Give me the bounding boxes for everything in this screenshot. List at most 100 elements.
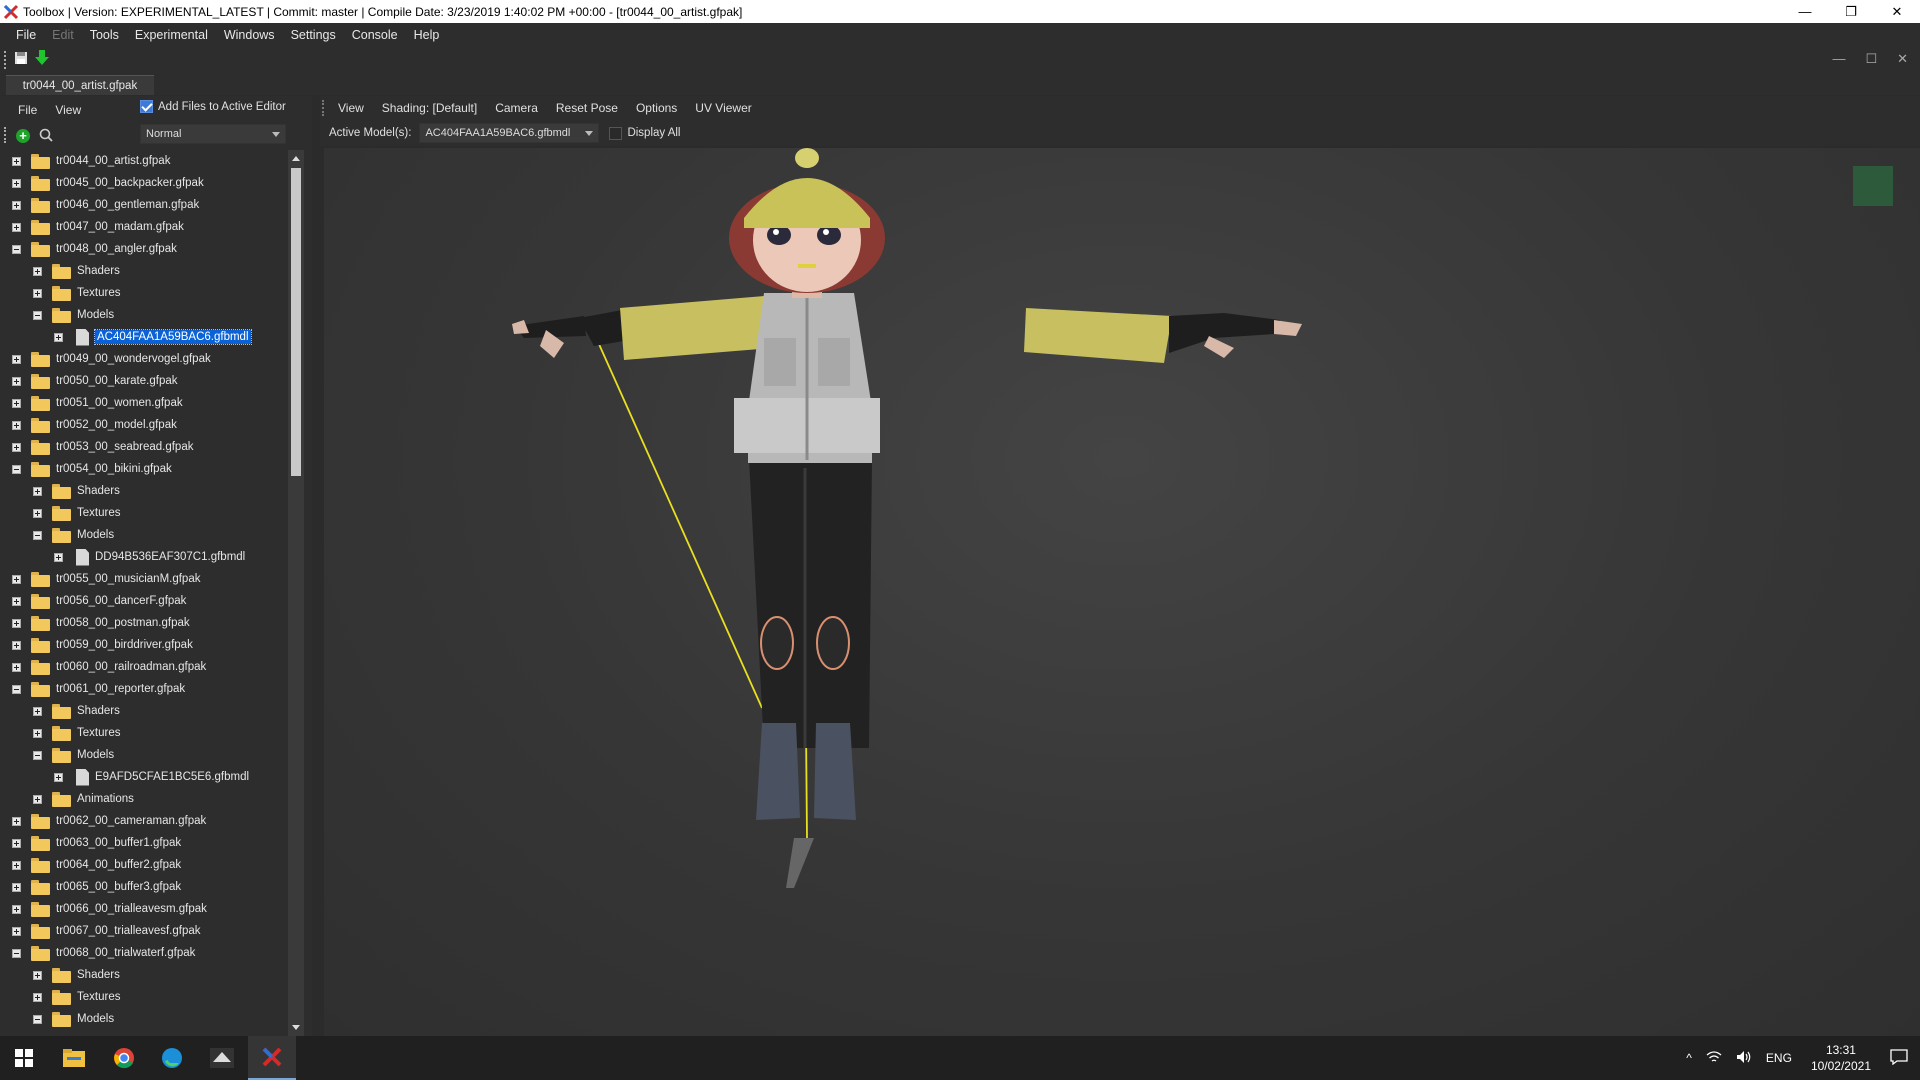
inner-minimize-button[interactable]: — bbox=[1832, 51, 1845, 67]
expand-icon[interactable] bbox=[54, 772, 63, 782]
expand-icon[interactable] bbox=[33, 508, 42, 518]
collapse-icon[interactable] bbox=[33, 1014, 42, 1024]
menu-help[interactable]: Help bbox=[406, 28, 448, 42]
view-mode-select[interactable]: Normal bbox=[140, 124, 286, 144]
tree-folder-node[interactable]: Textures bbox=[33, 282, 120, 304]
tree-folder-node[interactable]: tr0067_00_trialleavesf.gfpak bbox=[12, 920, 201, 942]
collapse-icon[interactable] bbox=[33, 750, 42, 760]
expand-icon[interactable] bbox=[12, 662, 21, 672]
editor-menu-view[interactable]: View bbox=[329, 101, 373, 115]
download-arrow-icon[interactable] bbox=[35, 50, 49, 66]
game-app-icon[interactable] bbox=[198, 1036, 246, 1080]
expand-icon[interactable] bbox=[33, 266, 42, 276]
tree-folder-node[interactable]: tr0063_00_buffer1.gfpak bbox=[12, 832, 181, 854]
collapse-icon[interactable] bbox=[12, 684, 21, 694]
tree-folder-node[interactable]: Shaders bbox=[33, 480, 120, 502]
panel-toolbar-grip[interactable] bbox=[4, 127, 7, 143]
add-files-toggle[interactable]: Add Files to Active Editor bbox=[140, 100, 286, 113]
volume-icon[interactable] bbox=[1736, 1050, 1752, 1067]
save-icon[interactable] bbox=[14, 51, 28, 65]
expand-icon[interactable] bbox=[33, 794, 42, 804]
inner-close-button[interactable]: ✕ bbox=[1897, 51, 1908, 67]
tree-folder-node[interactable]: tr0050_00_karate.gfpak bbox=[12, 370, 177, 392]
display-all-toggle[interactable]: Display All bbox=[609, 126, 681, 140]
tree-folder-node[interactable]: Models bbox=[33, 524, 114, 546]
expand-icon[interactable] bbox=[12, 926, 21, 936]
expand-icon[interactable] bbox=[12, 904, 21, 914]
tree-folder-node[interactable]: tr0047_00_madam.gfpak bbox=[12, 216, 184, 238]
expand-icon[interactable] bbox=[12, 354, 21, 364]
tree-folder-node[interactable]: tr0060_00_railroadman.gfpak bbox=[12, 656, 206, 678]
editor-menu-shading[interactable]: Shading: [Default] bbox=[373, 101, 486, 115]
windows-start-icon[interactable] bbox=[0, 1036, 48, 1080]
tree-folder-node[interactable]: Models bbox=[33, 1008, 114, 1030]
tree-folder-node[interactable]: Models bbox=[33, 744, 114, 766]
tree-folder-node[interactable]: tr0055_00_musicianM.gfpak bbox=[12, 568, 200, 590]
tree-file-node[interactable]: DD94B536EAF307C1.gfbmdl bbox=[54, 546, 245, 568]
minimize-button[interactable]: — bbox=[1782, 0, 1828, 23]
chevron-up-icon[interactable]: ^ bbox=[1686, 1051, 1692, 1065]
notifications-icon[interactable] bbox=[1890, 1048, 1908, 1068]
expand-icon[interactable] bbox=[12, 178, 21, 188]
expand-icon[interactable] bbox=[54, 332, 63, 342]
tree-folder-node[interactable]: Shaders bbox=[33, 700, 120, 722]
expand-icon[interactable] bbox=[12, 816, 21, 826]
expand-icon[interactable] bbox=[12, 640, 21, 650]
language-indicator[interactable]: ENG bbox=[1766, 1051, 1792, 1065]
add-files-checkbox[interactable] bbox=[140, 100, 153, 113]
tree-folder-node[interactable]: Animations bbox=[33, 788, 134, 810]
3d-viewport[interactable] bbox=[324, 148, 1920, 1036]
toolbox-app-icon[interactable] bbox=[248, 1036, 296, 1080]
collapse-icon[interactable] bbox=[12, 948, 21, 958]
tree-folder-node[interactable]: tr0056_00_dancerF.gfpak bbox=[12, 590, 186, 612]
editor-menu-options[interactable]: Options bbox=[627, 101, 686, 115]
tree-folder-node[interactable]: tr0058_00_postman.gfpak bbox=[12, 612, 190, 634]
tree-menu-view[interactable]: View bbox=[47, 103, 91, 117]
menu-experimental[interactable]: Experimental bbox=[127, 28, 216, 42]
tree-folder-node[interactable]: tr0062_00_cameraman.gfpak bbox=[12, 810, 206, 832]
editor-menu-reset-pose[interactable]: Reset Pose bbox=[547, 101, 627, 115]
clock[interactable]: 13:31 10/02/2021 bbox=[1811, 1042, 1871, 1074]
menu-edit[interactable]: Edit bbox=[44, 28, 82, 42]
collapse-icon[interactable] bbox=[33, 530, 42, 540]
expand-icon[interactable] bbox=[12, 442, 21, 452]
tree-folder-node[interactable]: tr0045_00_backpacker.gfpak bbox=[12, 172, 204, 194]
collapse-icon[interactable] bbox=[12, 464, 21, 474]
tree-folder-node[interactable]: tr0065_00_buffer3.gfpak bbox=[12, 876, 181, 898]
file-explorer-icon[interactable] bbox=[50, 1036, 98, 1080]
tree-folder-node[interactable]: Textures bbox=[33, 502, 120, 524]
expand-icon[interactable] bbox=[33, 288, 42, 298]
tree-folder-node[interactable]: tr0044_00_artist.gfpak bbox=[12, 150, 170, 172]
tab-document[interactable]: tr0044_00_artist.gfpak bbox=[6, 75, 154, 95]
expand-icon[interactable] bbox=[12, 596, 21, 606]
tree-file-node[interactable]: E9AFD5CFAE1BC5E6.gfbmdl bbox=[54, 766, 249, 788]
edge-icon[interactable] bbox=[148, 1036, 196, 1080]
tree-folder-node[interactable]: Textures bbox=[33, 722, 120, 744]
scroll-up-icon[interactable] bbox=[292, 156, 300, 161]
menu-settings[interactable]: Settings bbox=[283, 28, 344, 42]
editor-menu-uv-viewer[interactable]: UV Viewer bbox=[686, 101, 760, 115]
toolbar-grip[interactable] bbox=[4, 51, 7, 69]
add-file-icon[interactable]: + bbox=[16, 129, 30, 143]
tree-folder-node[interactable]: Shaders bbox=[33, 260, 120, 282]
tree-folder-node[interactable]: tr0059_00_birddriver.gfpak bbox=[12, 634, 193, 656]
scroll-down-icon[interactable] bbox=[292, 1025, 300, 1030]
expand-icon[interactable] bbox=[12, 156, 21, 166]
tree-folder-node[interactable]: tr0051_00_women.gfpak bbox=[12, 392, 183, 414]
menu-console[interactable]: Console bbox=[344, 28, 406, 42]
tree-folder-node[interactable]: tr0066_00_trialleavesm.gfpak bbox=[12, 898, 207, 920]
menu-tools[interactable]: Tools bbox=[82, 28, 127, 42]
tree-folder-node[interactable]: tr0048_00_angler.gfpak bbox=[12, 238, 177, 260]
tree-folder-node[interactable]: tr0053_00_seabread.gfpak bbox=[12, 436, 193, 458]
tree-scrollbar[interactable] bbox=[288, 150, 304, 1036]
expand-icon[interactable] bbox=[33, 970, 42, 980]
tree-folder-node[interactable]: tr0049_00_wondervogel.gfpak bbox=[12, 348, 211, 370]
chrome-icon[interactable] bbox=[100, 1036, 148, 1080]
expand-icon[interactable] bbox=[12, 200, 21, 210]
collapse-icon[interactable] bbox=[33, 310, 42, 320]
collapse-icon[interactable] bbox=[12, 244, 21, 254]
expand-icon[interactable] bbox=[12, 398, 21, 408]
scroll-thumb[interactable] bbox=[291, 168, 301, 476]
expand-icon[interactable] bbox=[12, 574, 21, 584]
menu-windows[interactable]: Windows bbox=[216, 28, 283, 42]
